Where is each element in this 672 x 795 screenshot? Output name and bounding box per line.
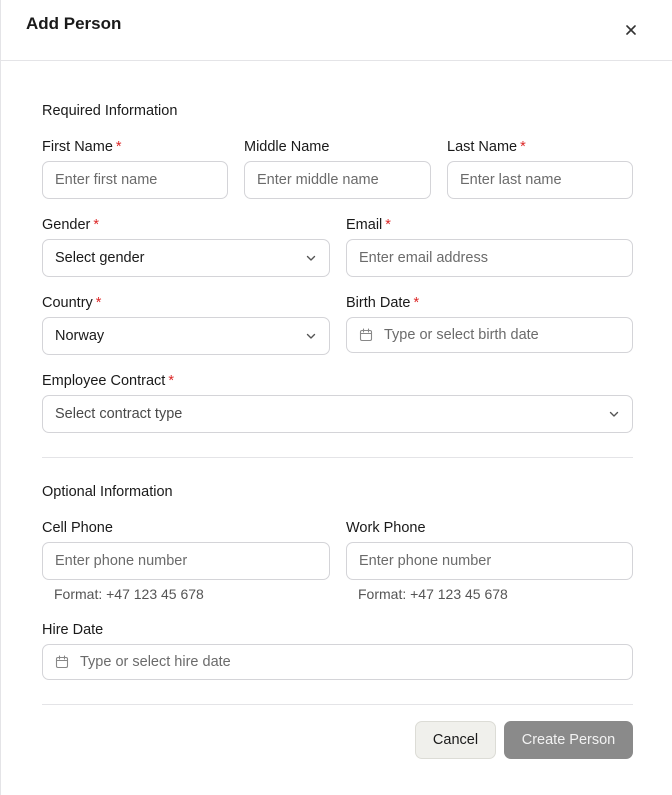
- middle-name-label: Middle Name: [244, 139, 330, 155]
- required-marker: *: [95, 295, 102, 311]
- contract-select[interactable]: Select contract type: [42, 395, 633, 433]
- dialog-title: Add Person: [26, 14, 122, 33]
- footer-divider: [42, 704, 633, 705]
- dialog-header: Add Person: [1, 0, 672, 61]
- required-marker: *: [385, 217, 391, 233]
- chevron-down-icon: [306, 255, 316, 261]
- middle-name-input[interactable]: Enter middle name: [244, 161, 431, 199]
- required-section-title: Required Information: [42, 103, 178, 119]
- gender-label: Gender *: [42, 217, 100, 233]
- optional-section-title: Optional Information: [42, 484, 173, 500]
- required-marker: *: [413, 295, 420, 311]
- required-marker: *: [520, 139, 526, 155]
- section-divider: [42, 457, 633, 458]
- last-name-label: Last Name *: [447, 139, 526, 155]
- email-input[interactable]: Enter email address: [346, 239, 633, 277]
- required-marker: *: [168, 373, 174, 389]
- country-select[interactable]: Norway: [42, 317, 330, 355]
- add-person-dialog: Add Person Required Information First Na…: [0, 0, 672, 795]
- close-icon: [626, 25, 636, 35]
- cell-phone-label: Cell Phone: [42, 520, 113, 536]
- work-phone-input[interactable]: Enter phone number: [346, 542, 633, 580]
- required-marker: *: [115, 139, 122, 155]
- chevron-down-icon: [306, 333, 316, 339]
- chevron-down-icon: [609, 411, 619, 417]
- create-person-button[interactable]: Create Person: [504, 721, 633, 759]
- birth-date-input[interactable]: Type or select birth date: [346, 317, 633, 353]
- close-button[interactable]: [621, 20, 641, 40]
- cell-phone-hint: Format: +47 123 45 678: [54, 586, 204, 602]
- first-name-input[interactable]: Enter first name: [42, 161, 228, 199]
- calendar-icon: [359, 328, 373, 342]
- cell-phone-input[interactable]: Enter phone number: [42, 542, 330, 580]
- work-phone-label: Work Phone: [346, 520, 426, 536]
- calendar-icon: [55, 655, 69, 669]
- country-label: Country *: [42, 295, 102, 311]
- contract-label: Employee Contract *: [42, 373, 174, 389]
- first-name-label: First Name *: [42, 139, 122, 155]
- cancel-button[interactable]: Cancel: [415, 721, 496, 759]
- email-label: Email *: [346, 217, 391, 233]
- work-phone-hint: Format: +47 123 45 678: [358, 586, 508, 602]
- last-name-input[interactable]: Enter last name: [447, 161, 633, 199]
- required-marker: *: [93, 217, 100, 233]
- birth-date-label: Birth Date *: [346, 295, 420, 311]
- hire-date-input[interactable]: Type or select hire date: [42, 644, 633, 680]
- gender-select[interactable]: Select gender: [42, 239, 330, 277]
- hire-date-label: Hire Date: [42, 622, 104, 638]
